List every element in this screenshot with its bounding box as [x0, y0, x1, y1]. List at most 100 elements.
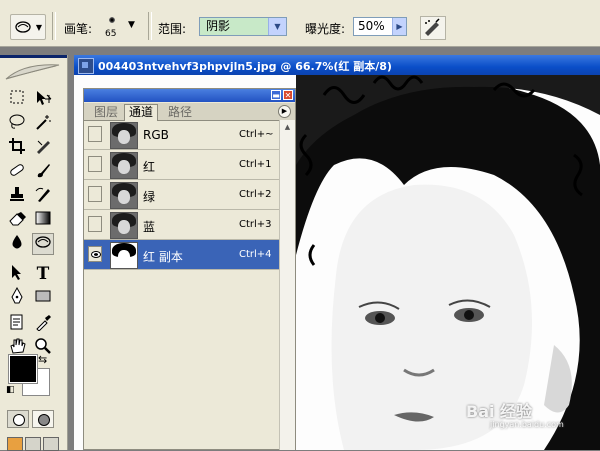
- separator: [52, 12, 56, 40]
- channel-thumbnail: [110, 182, 138, 209]
- full-screen-menu-button[interactable]: [25, 437, 41, 451]
- lasso-tool[interactable]: [6, 113, 28, 135]
- chevron-down-icon[interactable]: ▼: [128, 20, 135, 30]
- quick-mask-button[interactable]: [32, 410, 54, 428]
- panel-titlebar[interactable]: ▬ ✕: [84, 89, 295, 102]
- scroll-up-icon[interactable]: ▲: [280, 120, 295, 135]
- tool-preset-picker[interactable]: ▼: [10, 14, 46, 40]
- channel-shortcut: Ctrl+1: [239, 159, 272, 170]
- notes-tool[interactable]: [6, 313, 28, 335]
- channel-thumbnail: [110, 242, 138, 269]
- visibility-toggle[interactable]: [88, 216, 102, 232]
- marquee-icon: [10, 90, 24, 104]
- full-screen-button[interactable]: [43, 437, 59, 451]
- history-brush-icon: [35, 187, 50, 202]
- panel-tabs: 图层 通道 路径 ▶: [84, 103, 295, 121]
- standard-mode-icon: [13, 414, 25, 426]
- crop-icon: [9, 138, 25, 154]
- brush-label: 画笔:: [64, 22, 93, 36]
- options-bar: ▼ 画笔: 65 ▼ 范围: 阴影 ▼ 曝光度: 50% ▶: [0, 6, 600, 47]
- default-colors-icon[interactable]: ◧: [6, 385, 15, 395]
- tab-layers[interactable]: 图层: [90, 105, 122, 119]
- standard-screen-button[interactable]: [7, 437, 23, 451]
- range-select[interactable]: 阴影 ▼: [199, 17, 287, 36]
- channel-shortcut: Ctrl+4: [239, 249, 272, 260]
- panel-scrollbar[interactable]: ▲: [279, 120, 295, 450]
- magic-wand-tool[interactable]: [32, 113, 54, 135]
- shape-tool[interactable]: [32, 287, 54, 309]
- toolbox-titlebar[interactable]: [0, 55, 67, 58]
- document-titlebar[interactable]: 004403ntvehvf3phpvjln5.jpg @ 66.7%(红 副本/…: [74, 55, 600, 75]
- channel-name: 蓝: [143, 220, 156, 234]
- history-brush-tool[interactable]: [32, 185, 54, 207]
- healing-brush-tool[interactable]: [6, 161, 28, 183]
- standard-mode-button[interactable]: [7, 410, 29, 428]
- chevron-down-icon[interactable]: ▼: [268, 18, 286, 35]
- gradient-icon: [35, 211, 51, 225]
- arrow-icon: [12, 265, 21, 280]
- dodge-tool[interactable]: [32, 233, 54, 255]
- brush-icon: [37, 164, 50, 178]
- chevron-right-icon[interactable]: ▶: [392, 18, 406, 35]
- visibility-toggle[interactable]: [88, 156, 102, 172]
- airbrush-button[interactable]: [420, 16, 446, 40]
- channel-name: 红: [143, 160, 156, 174]
- channel-name: RGB: [143, 128, 169, 142]
- range-label: 范围:: [158, 22, 187, 36]
- tab-paths[interactable]: 路径: [164, 105, 196, 119]
- channel-row-red-copy[interactable]: 红 副本 Ctrl+4: [84, 240, 280, 270]
- visibility-toggle[interactable]: [88, 126, 102, 142]
- panel-menu-button[interactable]: ▶: [278, 105, 291, 118]
- channel-row-red[interactable]: 红 Ctrl+1: [84, 150, 280, 180]
- channel-row-rgb[interactable]: RGB Ctrl+~: [84, 120, 280, 150]
- brush-tool[interactable]: [32, 161, 54, 183]
- brush-picker[interactable]: 65: [101, 15, 125, 41]
- close-icon[interactable]: ✕: [283, 90, 293, 100]
- exposure-value: 50%: [358, 19, 385, 33]
- channel-thumbnail: [110, 122, 138, 149]
- hand-icon: [10, 338, 26, 354]
- eye-icon[interactable]: [88, 246, 102, 262]
- stamp-icon: [10, 187, 24, 201]
- lasso-icon: [9, 114, 25, 129]
- visibility-toggle[interactable]: [88, 186, 102, 202]
- gradient-tool[interactable]: [32, 209, 54, 231]
- eraser-icon: [9, 212, 26, 226]
- separator: [148, 12, 152, 40]
- channel-shortcut: Ctrl+~: [239, 129, 274, 140]
- foreground-color-swatch[interactable]: [8, 354, 38, 384]
- clone-stamp-tool[interactable]: [6, 185, 28, 207]
- channel-row-green[interactable]: 绿 Ctrl+2: [84, 180, 280, 210]
- blur-tool[interactable]: [6, 233, 28, 255]
- marquee-tool[interactable]: [6, 89, 28, 111]
- path-selection-tool[interactable]: [6, 263, 28, 285]
- note-icon: [10, 314, 23, 330]
- slice-icon: [37, 140, 50, 154]
- channel-row-blue[interactable]: 蓝 Ctrl+3: [84, 210, 280, 240]
- quick-mask-icon: [38, 414, 50, 426]
- type-icon: T: [36, 264, 50, 284]
- dodge-icon: [15, 21, 31, 33]
- exposure-input[interactable]: 50% ▶: [353, 17, 407, 36]
- drop-icon: [12, 235, 22, 249]
- crop-tool[interactable]: [6, 137, 28, 159]
- type-tool[interactable]: T: [32, 263, 54, 285]
- feather-icon: [5, 64, 60, 80]
- rectangle-icon: [35, 290, 51, 302]
- tab-channels[interactable]: 通道: [124, 104, 159, 121]
- eraser-tool[interactable]: [6, 209, 28, 231]
- eyedropper-tool[interactable]: [32, 313, 54, 335]
- watermark-url: jingyan.baidu.com: [490, 420, 564, 429]
- swap-colors-icon[interactable]: ⇆: [38, 353, 47, 366]
- document-icon: [78, 58, 94, 74]
- slice-tool[interactable]: [32, 137, 54, 159]
- move-tool[interactable]: [32, 89, 54, 111]
- pen-icon: [11, 286, 23, 304]
- channels-panel: ▬ ✕ 图层 通道 路径 ▶ RGB Ctrl+~ 红 Ctrl+1 绿 Ctr…: [83, 88, 296, 450]
- brush-tip-icon: [109, 17, 115, 23]
- channel-name: 红 副本: [143, 250, 183, 264]
- chevron-down-icon: ▼: [35, 23, 42, 32]
- pen-tool[interactable]: [6, 286, 28, 309]
- minimize-icon[interactable]: ▬: [271, 90, 281, 100]
- channel-shortcut: Ctrl+2: [239, 189, 272, 200]
